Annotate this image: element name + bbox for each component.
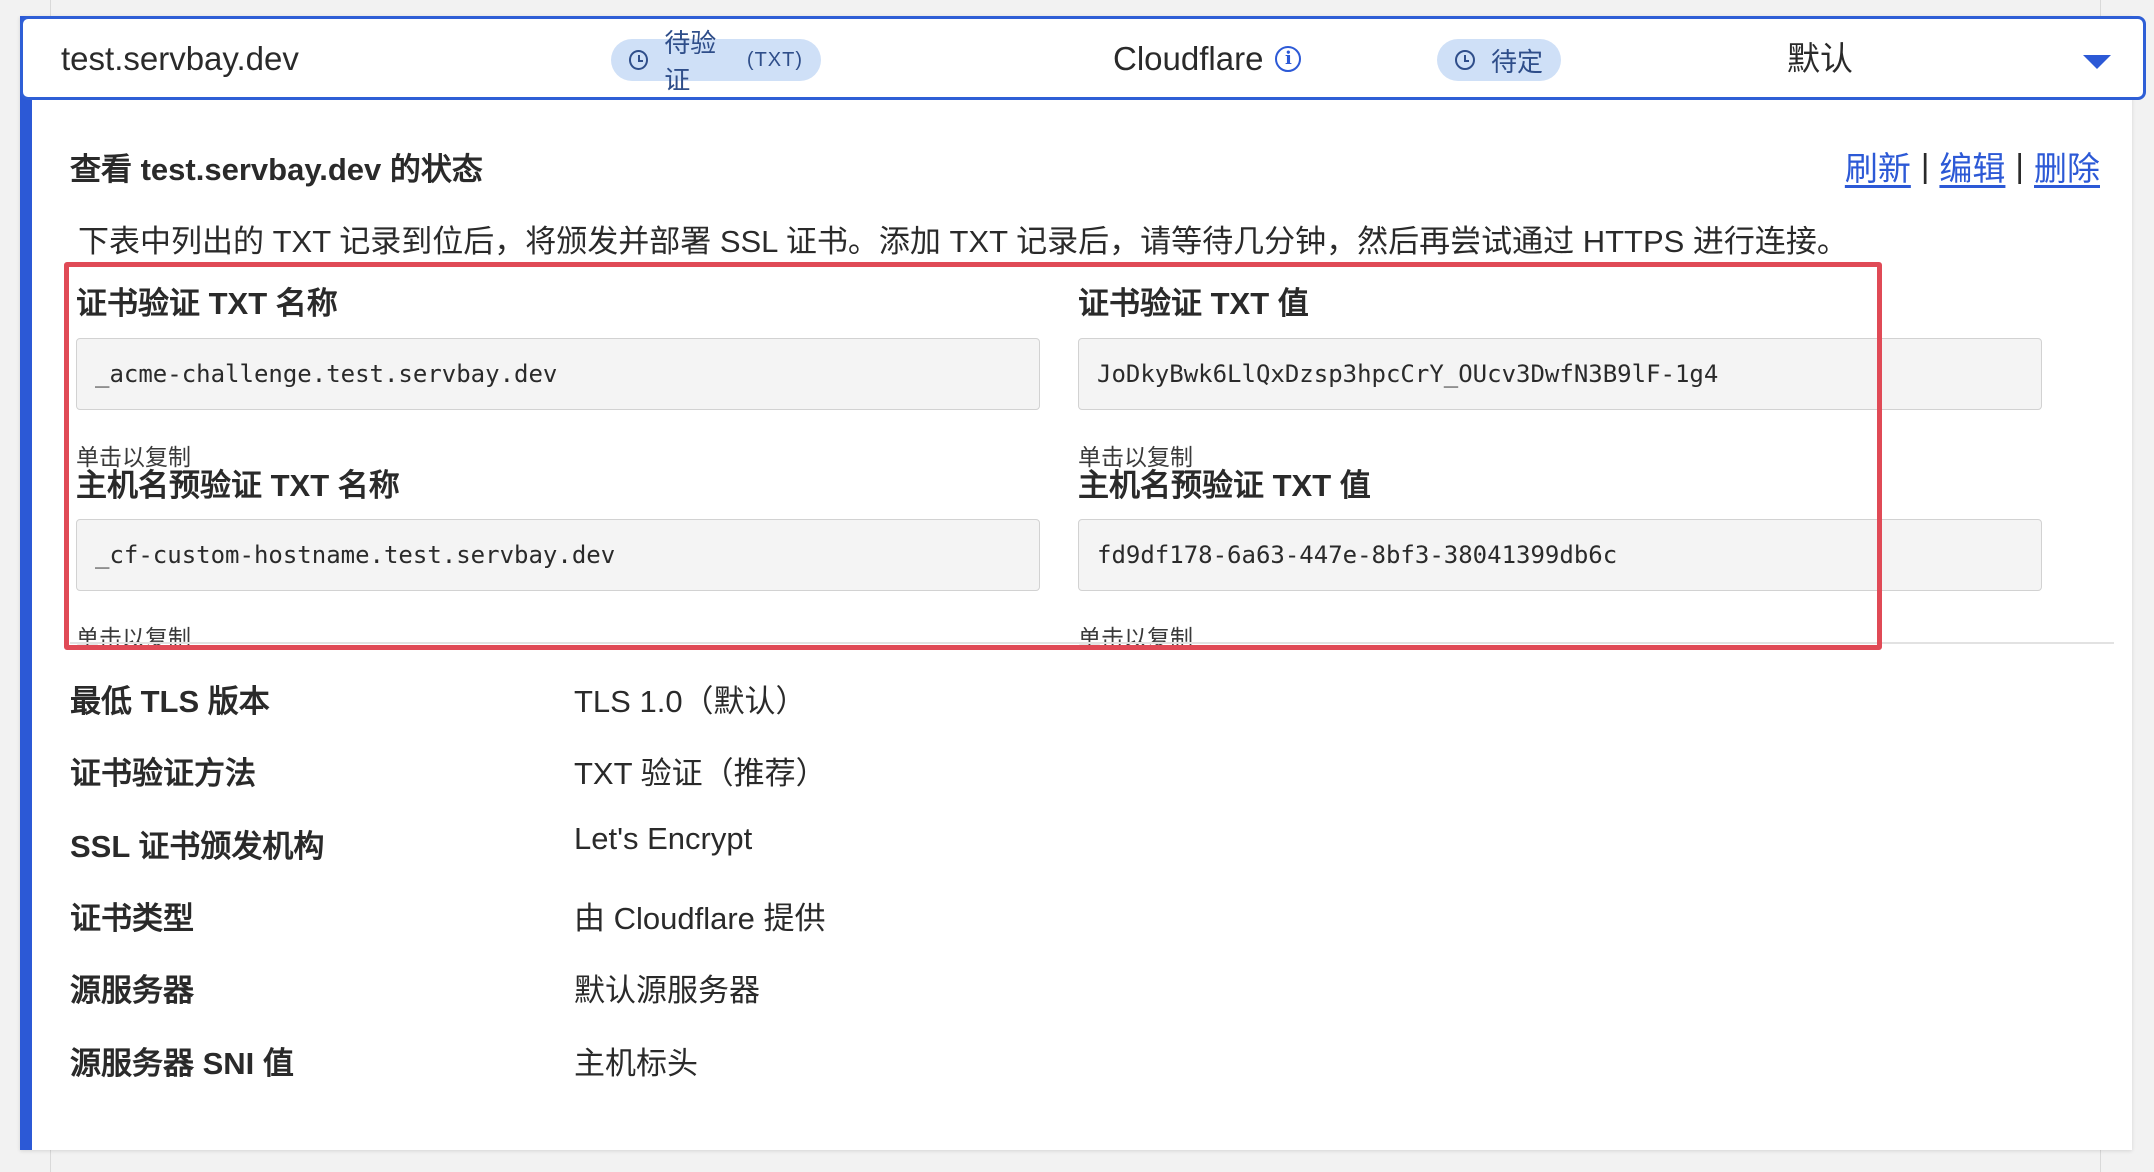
verification-status-text: 待验证 — [664, 28, 717, 95]
verification-status-badge: 待验证 (TXT) — [611, 28, 821, 95]
hostname-text: test.servbay.dev — [61, 40, 299, 77]
detail-row-origin-server: 源服务器 默认源服务器 — [70, 965, 1270, 1015]
status-actions: 刷新 | 编辑 | 删除 — [1845, 142, 2100, 190]
chevron-down-icon[interactable] — [2083, 55, 2111, 69]
refresh-link[interactable]: 刷新 — [1845, 142, 1911, 190]
cert-txt-value-field[interactable]: JoDkyBwk6LlQxDzsp3hpcCrY_OUcv3DwfN3B9lF-… — [1078, 338, 2042, 410]
delete-link[interactable]: 删除 — [2034, 142, 2100, 190]
status-title: 查看 test.servbay.dev 的状态 — [70, 152, 483, 187]
info-icon[interactable]: i — [1275, 46, 1302, 72]
cert-txt-name-label: 证书验证 TXT 名称 — [76, 286, 338, 321]
detail-value: Let's Encrypt — [574, 821, 753, 856]
detail-label: 证书验证方法 — [70, 756, 256, 791]
detail-label: 最低 TLS 版本 — [70, 684, 270, 719]
action-separator: | — [2015, 147, 2024, 184]
cert-txt-value-value: JoDkyBwk6LlQxDzsp3hpcCrY_OUcv3DwfN3B9lF-… — [1097, 360, 1719, 388]
host-txt-value-label: 主机名预验证 TXT 值 — [1078, 468, 1371, 503]
host-txt-name-value: _cf-custom-hostname.test.servbay.dev — [95, 541, 616, 569]
origin-text: 默认 — [1787, 40, 1853, 77]
detail-row-certificate-type: 证书类型 由 Cloudflare 提供 — [70, 893, 1270, 943]
verification-method-tag: (TXT) — [746, 48, 803, 71]
edit-link[interactable]: 编辑 — [1939, 142, 2005, 190]
hostname-card: test.servbay.dev 待验证 (TXT) Cloudflare i … — [20, 16, 2146, 1150]
host-txt-name-label: 主机名预验证 TXT 名称 — [76, 468, 400, 503]
detail-value: TLS 1.0（默认） — [574, 684, 807, 719]
status-description: 下表中列出的 TXT 记录到位后，将颁发并部署 SSL 证书。添加 TXT 记录… — [78, 224, 1848, 259]
divider — [70, 642, 2114, 644]
detail-row-origin-sni: 源服务器 SNI 值 主机标头 — [70, 1038, 1270, 1088]
certificate-status-badge: 待定 — [1437, 39, 1561, 81]
detail-value: 默认源服务器 — [574, 973, 760, 1008]
clock-icon — [1455, 50, 1475, 70]
host-txt-value-value: fd9df178-6a63-447e-8bf3-38041399db6c — [1097, 541, 1618, 569]
page: test.servbay.dev 待验证 (TXT) Cloudflare i … — [0, 0, 2154, 1172]
detail-label: SSL 证书颁发机构 — [70, 829, 325, 864]
cert-txt-value-label: 证书验证 TXT 值 — [1078, 286, 1309, 321]
detail-label: 源服务器 SNI 值 — [70, 1046, 294, 1081]
cert-txt-name-value: _acme-challenge.test.servbay.dev — [95, 360, 558, 388]
detail-value: TXT 验证（推荐） — [574, 756, 827, 791]
detail-value: 由 Cloudflare 提供 — [574, 901, 826, 936]
detail-label: 证书类型 — [70, 901, 194, 936]
host-txt-name-field[interactable]: _cf-custom-hostname.test.servbay.dev — [76, 519, 1040, 591]
provider-text: Cloudflare — [1113, 40, 1264, 77]
action-separator: | — [1920, 147, 1930, 184]
provider: Cloudflare i — [1113, 39, 1302, 79]
detail-row-min-tls: 最低 TLS 版本 TLS 1.0（默认） — [70, 676, 1270, 726]
detail-row-certificate-authority: SSL 证书颁发机构 Let's Encrypt — [70, 821, 1270, 871]
copy-hint: 单击以复制 — [76, 625, 191, 651]
detail-value: 主机标头 — [574, 1046, 698, 1081]
host-txt-value-field[interactable]: fd9df178-6a63-447e-8bf3-38041399db6c — [1078, 519, 2042, 591]
detail-label: 源服务器 — [70, 973, 194, 1008]
detail-row-validation-method: 证书验证方法 TXT 验证（推荐） — [70, 748, 1270, 798]
hostname-row-header[interactable]: test.servbay.dev 待验证 (TXT) Cloudflare i … — [20, 16, 2146, 100]
copy-hint: 单击以复制 — [1078, 625, 1193, 651]
clock-icon — [629, 50, 649, 70]
cert-txt-name-field[interactable]: _acme-challenge.test.servbay.dev — [76, 338, 1040, 410]
certificate-status-text: 待定 — [1491, 46, 1544, 77]
